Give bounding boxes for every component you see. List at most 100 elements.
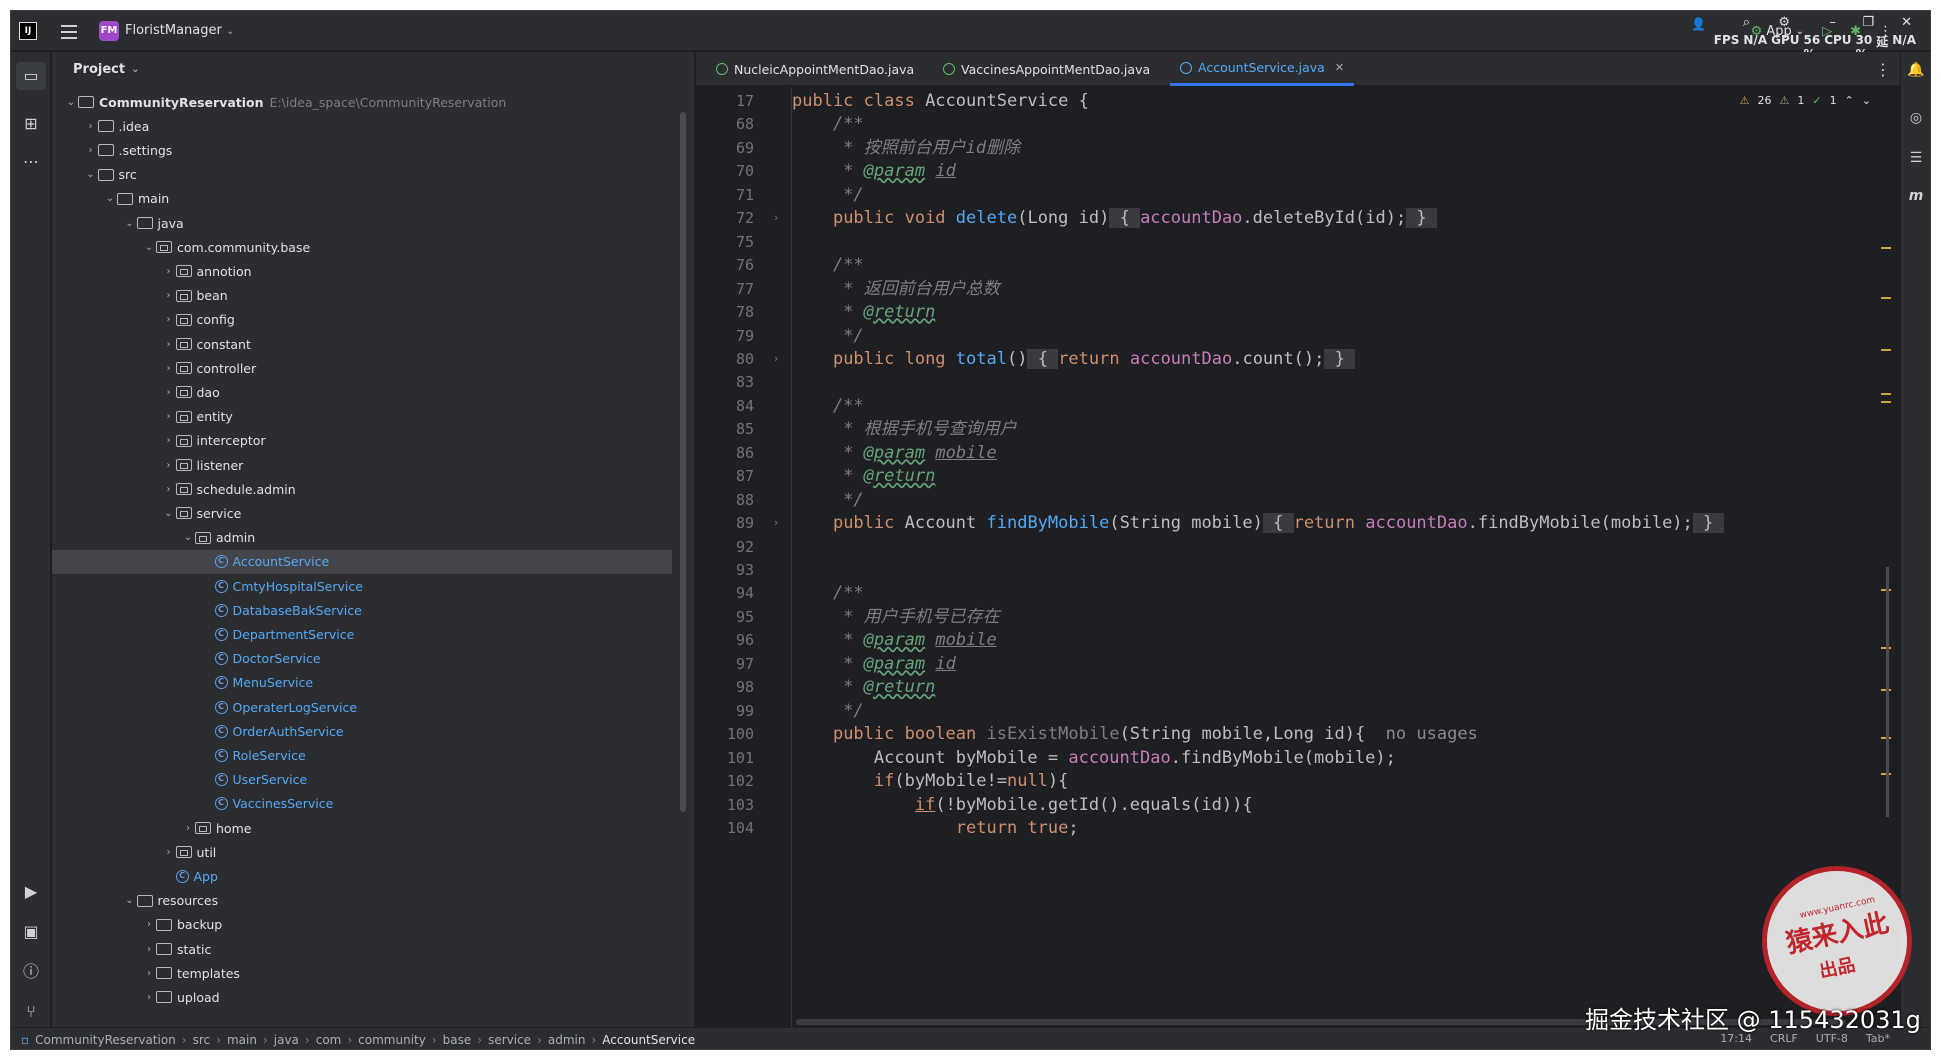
chevron-up-icon[interactable]: ⌃: [1845, 94, 1854, 107]
code-line[interactable]: */: [792, 488, 863, 512]
fold-toggle-icon[interactable]: ›: [774, 352, 778, 365]
tree-item[interactable]: › util: [52, 840, 672, 864]
inspection-widget[interactable]: ⚠ 26 ⚠ 1 ✓ 1 ⌃ ⌄: [1740, 94, 1871, 107]
breadcrumb-item[interactable]: main: [227, 1033, 257, 1047]
project-switcher[interactable]: FloristManager ⌄: [125, 23, 234, 38]
tab-nucleic-dao[interactable]: NucleicAppointMentDao.java: [706, 52, 924, 86]
code-line[interactable]: * 返回前台用户总数: [792, 277, 999, 301]
code-line[interactable]: if(!byMobile.getId().equals(id)){: [792, 793, 1253, 817]
line-number[interactable]: 96: [696, 628, 754, 652]
chevron-right-icon[interactable]: ›: [84, 145, 98, 156]
database-icon[interactable]: ☰: [1907, 150, 1925, 166]
tree-item[interactable]: C OperaterLogService: [52, 695, 672, 719]
tree-item[interactable]: C UserService: [52, 768, 672, 792]
chevron-right-icon[interactable]: ›: [162, 484, 176, 495]
tabs-more-icon[interactable]: ⋮: [1875, 60, 1891, 79]
line-number[interactable]: 88: [696, 488, 754, 512]
maven-icon[interactable]: m: [1907, 188, 1925, 204]
tree-item[interactable]: › annotion: [52, 259, 672, 283]
more-horizontal-icon[interactable]: ⋯: [21, 152, 41, 172]
breadcrumb-item[interactable]: admin: [548, 1033, 586, 1047]
code-line[interactable]: /**: [792, 581, 864, 605]
restore-button[interactable]: ❐: [1862, 15, 1874, 30]
project-panel-header[interactable]: Project ⌄: [52, 52, 694, 86]
line-number[interactable]: 89: [696, 511, 754, 535]
chevron-down-icon[interactable]: ⌄: [64, 97, 78, 108]
line-number[interactable]: 104: [696, 816, 754, 840]
tree-item[interactable]: ⌄ admin: [52, 526, 672, 550]
chevron-right-icon[interactable]: ›: [142, 968, 156, 979]
tree-item[interactable]: ⌄ com.community.base: [52, 235, 672, 259]
chevron-right-icon[interactable]: ›: [162, 290, 176, 301]
chevron-right-icon[interactable]: ›: [162, 460, 176, 471]
breadcrumb-item[interactable]: AccountService: [602, 1033, 695, 1047]
tree-item[interactable]: › backup: [52, 913, 672, 937]
code-line[interactable]: /**: [792, 112, 864, 136]
problems-icon[interactable]: ⓘ: [21, 962, 41, 982]
tree-item[interactable]: › .settings: [52, 138, 672, 162]
line-number[interactable]: 84: [696, 394, 754, 418]
chevron-down-icon[interactable]: ⌄: [103, 193, 117, 204]
line-number[interactable]: 103: [696, 793, 754, 817]
line-number[interactable]: 80: [696, 347, 754, 371]
code-line[interactable]: if(byMobile!=null){: [792, 769, 1069, 793]
tree-item[interactable]: ⌄ main: [52, 187, 672, 211]
project-folder-icon[interactable]: ▭: [16, 62, 46, 90]
line-number[interactable]: 87: [696, 464, 754, 488]
line-number[interactable]: 70: [696, 159, 754, 183]
chevron-down-icon[interactable]: ⌄: [162, 508, 176, 519]
code-line[interactable]: * @param id: [792, 652, 956, 676]
code-view[interactable]: public class AccountService { /** * 按照前台…: [792, 87, 1892, 1027]
code-line[interactable]: * 用户手机号已存在: [792, 605, 999, 629]
tree-item[interactable]: › config: [52, 308, 672, 332]
tree-item[interactable]: ⌄ src: [52, 163, 672, 187]
line-number[interactable]: 76: [696, 253, 754, 277]
line-number[interactable]: 94: [696, 581, 754, 605]
terminal-icon[interactable]: ▣: [21, 922, 41, 942]
line-number[interactable]: 97: [696, 652, 754, 676]
git-icon[interactable]: ⑂: [21, 1002, 41, 1022]
tree-item[interactable]: C RoleService: [52, 743, 672, 767]
close-button[interactable]: ✕: [1901, 15, 1912, 30]
line-number[interactable]: 93: [696, 558, 754, 582]
chevron-right-icon[interactable]: ›: [142, 992, 156, 1003]
tree-item[interactable]: C DepartmentService: [52, 622, 672, 646]
tree-item[interactable]: C App: [52, 864, 672, 888]
line-number[interactable]: 72: [696, 206, 754, 230]
line-number[interactable]: 86: [696, 441, 754, 465]
line-number[interactable]: 101: [696, 746, 754, 770]
code-line[interactable]: public Account findByMobile(String mobil…: [792, 511, 1724, 535]
settings-gear-icon[interactable]: ⚙: [1778, 15, 1790, 30]
tree-item[interactable]: C CmtyHospitalService: [52, 574, 672, 598]
breadcrumb-item[interactable]: base: [443, 1033, 472, 1047]
tree-item[interactable]: ⌄ CommunityReservation E:\idea_space\Commu…: [52, 90, 672, 114]
tree-item[interactable]: › entity: [52, 405, 672, 429]
project-badge[interactable]: FM: [99, 21, 119, 41]
code-line[interactable]: * @return: [792, 675, 935, 699]
code-line[interactable]: */: [792, 183, 863, 207]
ai-assistant-icon[interactable]: ◎: [1907, 110, 1925, 126]
tree-item[interactable]: › controller: [52, 356, 672, 380]
warning-marker[interactable]: [1881, 393, 1891, 395]
chevron-right-icon[interactable]: ›: [162, 847, 176, 858]
breadcrumb-item[interactable]: service: [488, 1033, 531, 1047]
tree-item[interactable]: › dao: [52, 380, 672, 404]
chevron-right-icon[interactable]: ›: [162, 411, 176, 422]
code-line[interactable]: return true;: [792, 816, 1079, 840]
code-line[interactable]: public void delete(Long id) { accountDao…: [792, 206, 1437, 230]
chevron-down-icon[interactable]: ⌄: [1862, 94, 1871, 107]
tree-item[interactable]: › bean: [52, 284, 672, 308]
line-number[interactable]: 95: [696, 605, 754, 629]
chevron-right-icon[interactable]: ›: [162, 339, 176, 350]
line-number[interactable]: 75: [696, 230, 754, 254]
warning-marker[interactable]: [1881, 349, 1891, 351]
chevron-down-icon[interactable]: ⌄: [142, 242, 156, 253]
chevron-down-icon[interactable]: ⌄: [123, 218, 137, 229]
tree-item[interactable]: C DoctorService: [52, 647, 672, 671]
code-line[interactable]: /**: [792, 394, 864, 418]
line-number[interactable]: 83: [696, 370, 754, 394]
chevron-right-icon[interactable]: ›: [162, 363, 176, 374]
code-line[interactable]: * @return: [792, 464, 935, 488]
line-number[interactable]: 99: [696, 699, 754, 723]
code-line[interactable]: * @return: [792, 300, 935, 324]
